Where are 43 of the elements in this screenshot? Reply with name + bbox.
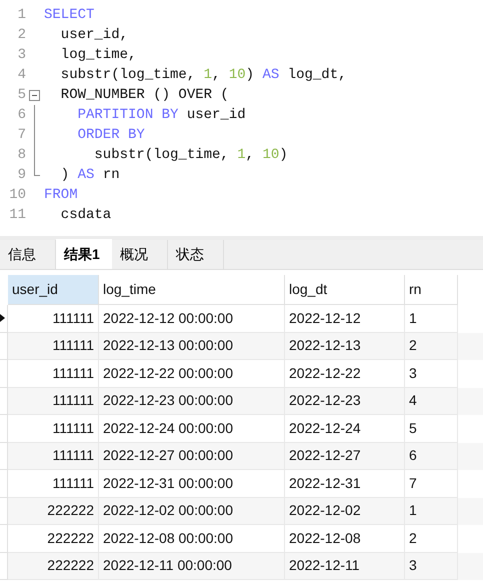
line-number: 10: [8, 186, 26, 204]
line-number: 11: [8, 206, 26, 224]
row-header-cell[interactable]: [0, 332, 8, 360]
code-line: SELECT: [43, 6, 94, 24]
code-line: ) AS rn: [60, 166, 120, 184]
table-cell: 3: [405, 552, 458, 580]
column-header[interactable]: log_dt: [285, 275, 405, 305]
code-line: ROW_NUMBER () OVER (: [60, 86, 229, 104]
row-header-cell[interactable]: [0, 470, 8, 498]
row-header-cell[interactable]: [0, 305, 8, 332]
line-number: 5: [16, 86, 26, 104]
code-line: substr(log_time, 1, 10): [93, 146, 288, 164]
line-number: 9: [16, 166, 26, 184]
code-line: FROM: [43, 186, 78, 204]
collapse-icon[interactable]: [28, 90, 40, 100]
row-header-cell[interactable]: [0, 498, 8, 525]
column-header[interactable]: user_id: [8, 275, 99, 305]
row-header-cell[interactable]: [0, 525, 8, 552]
row-header-cell[interactable]: [0, 442, 8, 470]
row-header-cell[interactable]: [0, 388, 8, 415]
code-line: PARTITION BY user_id: [76, 106, 246, 124]
code-line: user_id,: [60, 26, 128, 44]
table-cell: 222222: [8, 552, 99, 580]
line-number: 1: [16, 6, 26, 24]
row-header-cell[interactable]: [0, 415, 8, 442]
line-number: 3: [16, 46, 26, 64]
line-number: 4: [16, 66, 26, 84]
code-line: csdata: [60, 206, 112, 224]
current-row-icon: [0, 314, 5, 322]
column-header[interactable]: rn: [405, 275, 458, 305]
table-cell: 2022-12-11: [285, 552, 405, 580]
code-line: ORDER BY: [76, 126, 145, 144]
row-header-cell[interactable]: [0, 552, 8, 580]
column-header[interactable]: log_time: [99, 275, 285, 305]
result-tab[interactable]: 结果1: [56, 239, 112, 269]
line-number: 8: [16, 146, 26, 164]
line-number: 6: [16, 106, 26, 124]
line-number: 7: [16, 126, 26, 144]
row-header-cell[interactable]: [0, 360, 8, 388]
code-line: substr(log_time, 1, 10) AS log_dt,: [60, 66, 347, 84]
code-line: log_time,: [60, 46, 136, 64]
line-number: 2: [16, 26, 26, 44]
table-cell: 2022-12-11 00:00:00: [99, 552, 285, 580]
